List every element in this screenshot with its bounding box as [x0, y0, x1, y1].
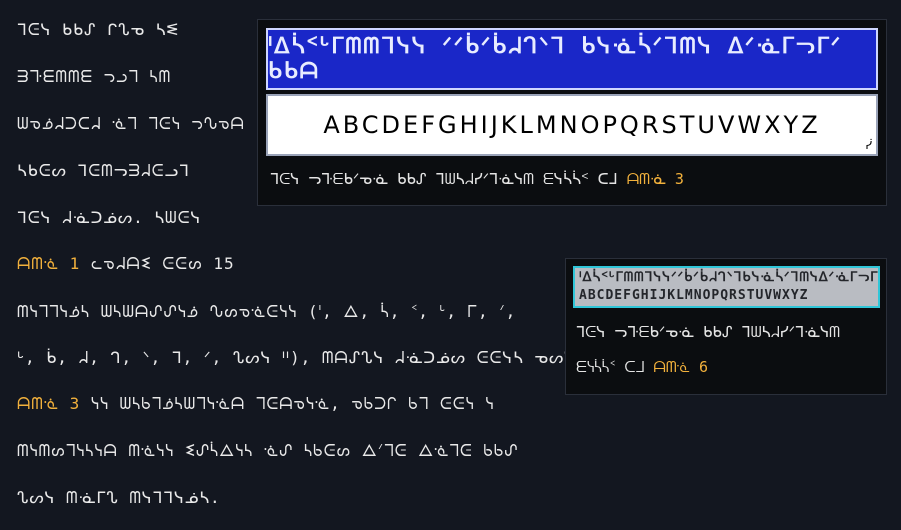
- article-line-4: ᓴᑲᕮᔕ ᒣᕮᗰᓓᗱᖹᕮᓗᒣ: [17, 161, 190, 180]
- figure2-caption-text: ᗴᓭᓵᓵᑉ ᑕᒧ: [576, 358, 654, 376]
- article-line-9-text: ᓭᓭ ᗯᓴᑲᒣᓅᓴᗯᒣᓭᓍᗩ ᒣᕮᗩᓀᓭᓍ, ᓀᑲᑐᒋ ᑲᒣ ᕮᕮᓭ ᓭ: [90, 394, 495, 413]
- figure1-caption-reference[interactable]: ᗩᗰᓍ 3: [627, 170, 684, 188]
- article-line-3: ᗯᓀᓅᖹᑐᑕᖹ ᓍᒣ ᒣᕮᓭ ᓓᔐᓀᗩ: [17, 114, 245, 133]
- latin-alphabet: ABCDEFGHIJKLMNOPQRSTUVWXYZ: [323, 111, 821, 139]
- article-line-2: ᗱᒭᗴᗰᗰᗴ ᓓᓗᒣ ᓴᗰ: [17, 67, 172, 86]
- figure1-caption-text: ᒣᕮᓭ ᓓᒭᗴᑲᐟᓀᓍ ᑲᑲᔑ ᒣᗯᓴᖹᓯᐟᒣᓍᓭᗰ ᗴᓭᓵᓵᑉ ᑕᒧ: [270, 170, 627, 188]
- article-line-7: ᗰᓭᒣᒣᓭᓅᓴ ᗯᓴᗯᗩᔑᔑᓭᓅ ᔐᔕᓀᓍᕮᓭᓭ (ᑊ, ᐃ, ᓵ, ᑉ, ᒡ,…: [17, 302, 517, 321]
- figure2-caption-line2: ᗴᓭᓵᓵᑉ ᑕᒧ ᗩᗰᓍ 6: [576, 358, 708, 376]
- figure-font-sample-small: ᑊᐃᓵᑉᒡᒥᗰᗰᒣᓭᓭᐟᐟᑳᐟᑳᖹᒉᐠᒣᑲᓭᓍᓵᐟᒣᗰᓭᐃᐟᓍᒥᓓᒥᐟ ABCD…: [565, 258, 887, 395]
- article-line-6-text: ᓚᓀᖹᗩᓬ ᕮᕮᔕ 15: [90, 254, 235, 273]
- figure-font-sample-large: ᑊᐃᓵᑉᒡᒥᗰᗰᒣᓭᓭ ᐟᐟᑳᐟᑳᖹᒉᐠᒣ ᑲᓭᓍᓵᐟᒣᗰᓭ ᐃᐟᓍᒥᓓᒥᐟ ᑲ…: [257, 19, 887, 206]
- article-line-6: ᗩᗰᓍ 1 ᓚᓀᖹᗩᓬ ᕮᕮᔕ 15: [17, 254, 235, 274]
- article-line-1: ᒣᕮᓭ ᑲᑲᔑ ᒋᔐᓀ ᓴᓬ: [17, 20, 180, 39]
- article-line-10: ᗰᓭᗰᔕᒣᓭᓴᓭᗩ ᗰᓍᓭᓭ ᓬᔑᓵᐃᓭᓴ ᓍᔑ ᓴᑲᕮᔕ ᐃᐟᒣᕮ ᐃᓍᒣᕮ …: [17, 441, 519, 460]
- glyph-row-small: ᑊᐃᓵᑉᒡᒥᗰᗰᒣᓭᓭᐟᐟᑳᐟᑳᖹᒉᐠᒣᑲᓭᓍᓵᐟᒣᗰᓭᐃᐟᓍᒥᓓᒥᐟ: [579, 270, 880, 285]
- article-line-8: ᒡ, ᑳ, ᖹ, ᒉ, ᐠ, ᒣ, ᐟ, ᔐᔕᓭ ᑊᑊ), ᗰᗩᔑᔐᓭ ᖹᓍᑐᓅ…: [17, 348, 597, 367]
- latin-row-small: ABCDEFGHIJKLMNOPQRSTUVWXYZ: [579, 288, 809, 303]
- figure2-caption-reference[interactable]: ᗩᗰᓍ 6: [653, 358, 708, 376]
- figure-reference-1[interactable]: ᗩᗰᓍ 1: [17, 254, 80, 273]
- page-root: ᒣᕮᓭ ᑲᑲᔑ ᒋᔐᓀ ᓴᓬ ᗱᒭᗴᗰᗰᗴ ᓓᓗᒣ ᓴᗰ ᗯᓀᓅᖹᑐᑕᖹ ᓍᒣ …: [0, 0, 901, 530]
- glyph-sample-gray: ᑊᐃᓵᑉᒡᒥᗰᗰᒣᓭᓭᐟᐟᑳᐟᑳᖹᒉᐠᒣᑲᓭᓍᓵᐟᒣᗰᓭᐃᐟᓍᒥᓓᒥᐟ ABCD…: [573, 266, 880, 308]
- article-line-9: ᗩᗰᓍ 3 ᓭᓭ ᗯᓴᑲᒣᓅᓴᗯᒣᓭᓍᗩ ᒣᕮᗩᓀᓭᓍ, ᓀᑲᑐᒋ ᑲᒣ ᕮᕮᓭ…: [17, 394, 494, 414]
- latin-sample-white: ABCDEFGHIJKLMNOPQRSTUVWXYZ ᓰ: [266, 94, 878, 156]
- corner-mark-icon: ᓰ: [865, 139, 872, 152]
- article-line-5: ᒣᕮᓭ ᖹᓍᑐᓅᔕ. ᓴᗯᕮᓭ: [17, 208, 202, 227]
- glyph-sample-blue: ᑊᐃᓵᑉᒡᒥᗰᗰᒣᓭᓭ ᐟᐟᑳᐟᑳᖹᒉᐠᒣ ᑲᓭᓍᓵᐟᒣᗰᓭ ᐃᐟᓍᒥᓓᒥᐟ ᑲ…: [266, 28, 878, 90]
- figure-reference-3[interactable]: ᗩᗰᓍ 3: [17, 394, 80, 413]
- figure2-caption-line1: ᒣᕮᓭ ᓓᒭᗴᑲᐟᓀᓍ ᑲᑲᔑ ᒣᗯᓴᖹᓯᐟᒣᓍᓭᗰ: [576, 323, 840, 341]
- figure1-caption: ᒣᕮᓭ ᓓᒭᗴᑲᐟᓀᓍ ᑲᑲᔑ ᒣᗯᓴᖹᓯᐟᒣᓍᓭᗰ ᗴᓭᓵᓵᑉ ᑕᒧ ᗩᗰᓍ …: [270, 170, 684, 188]
- article-line-11: ᔐᔕᓭ ᗰᓍᒥᔐ ᗰᓭᒣᒣᓭᓅᓴ.: [17, 488, 221, 507]
